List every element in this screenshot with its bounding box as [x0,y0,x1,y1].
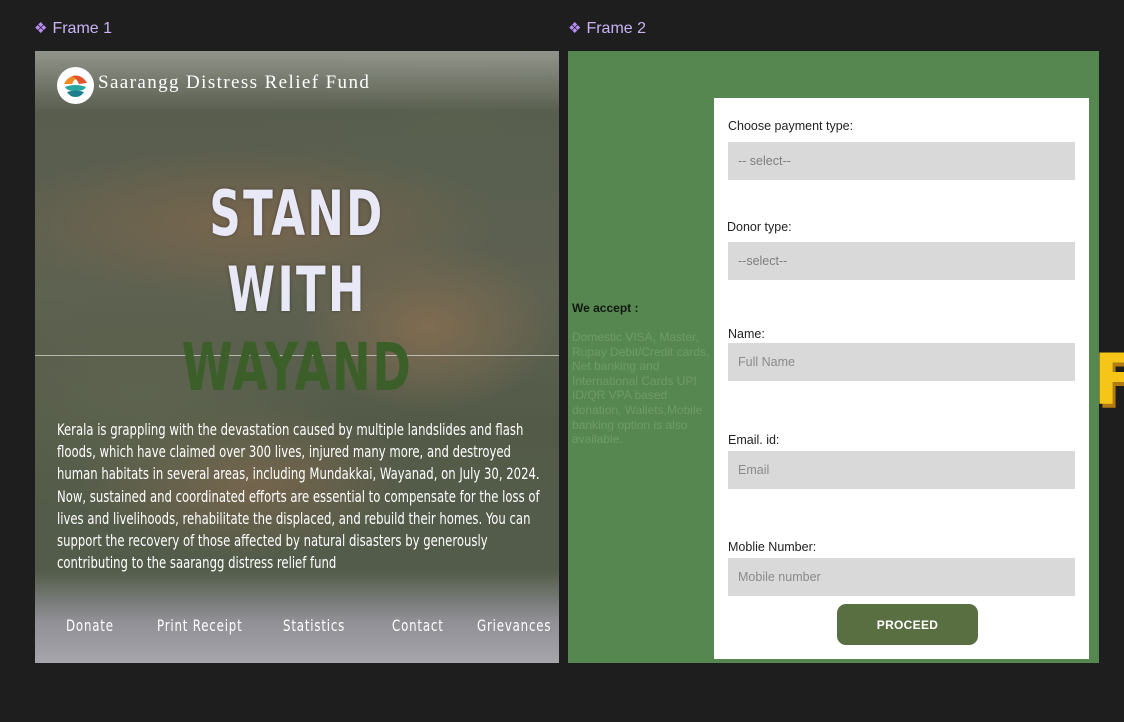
donation-form: Choose payment type: -- select-- Donor t… [714,98,1089,659]
nav-contact[interactable]: Contact [392,616,444,635]
hero-line-wayand: WAYAND [181,329,413,406]
frame-1-label[interactable]: ❖ Frame 1 [34,19,112,39]
proceed-button[interactable]: PROCEED [837,604,978,645]
nav-donate[interactable]: Donate [66,616,114,635]
appeal-paragraph: Kerala is grappling with the devastation… [57,420,540,573]
nav-grievances[interactable]: Grievances [477,616,551,635]
accepted-payments-text: Domestic VISA, Master, Rupay Debit/Credi… [572,330,710,447]
payment-type-select[interactable]: -- select-- [728,142,1075,180]
frame-1: Saarangg Distress Relief Fund STAND WITH… [35,51,559,663]
nav-statistics[interactable]: Statistics [283,616,345,635]
relief-fund-logo-icon [60,70,91,101]
accepted-payments-title: We accept : [572,301,639,315]
logo [57,67,94,104]
offscreen-frame-glyph: F [1093,339,1124,421]
full-name-input[interactable] [728,343,1075,381]
organization-name: Saarangg Distress Relief Fund [98,72,371,93]
mobile-label: Moblie Number: [728,540,817,554]
nav-print-receipt[interactable]: Print Receipt [157,616,243,635]
hero-line-stand: STAND [209,177,385,250]
frame-2: We accept : Domestic VISA, Master, Rupay… [568,51,1099,663]
donor-type-select[interactable]: --select-- [728,242,1075,280]
frame-2-title: Frame 2 [586,20,647,37]
component-icon: ❖ [34,20,48,37]
frame-2-label[interactable]: ❖ Frame 2 [568,19,646,39]
email-input[interactable] [728,451,1075,489]
frame-1-title: Frame 1 [52,20,113,37]
name-label: Name: [728,327,765,341]
email-label: Email. id: [728,433,780,447]
mobile-number-input[interactable] [728,558,1075,596]
donor-type-label: Donor type: [727,220,792,234]
payment-type-label: Choose payment type: [728,119,854,133]
hero-line-with: WITH [227,253,367,326]
component-icon: ❖ [568,20,582,37]
